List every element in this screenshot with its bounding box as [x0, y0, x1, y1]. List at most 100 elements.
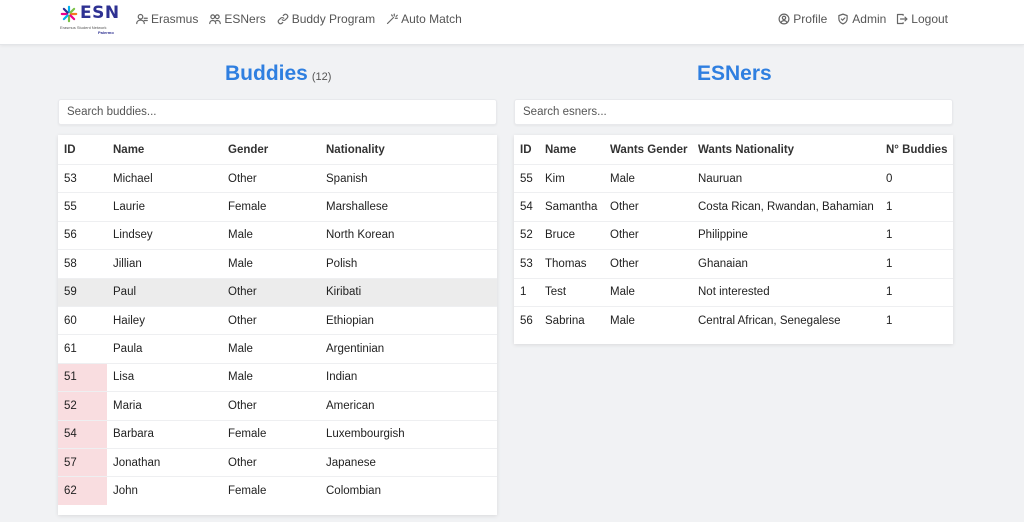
navbar: ESN Erasmus Student Network Palermo Eras… [0, 0, 1024, 45]
buddies-cell-gender: Male [228, 371, 253, 384]
buddies-cell-nationality: Marshallese [326, 201, 388, 214]
esners-cell-name: Samantha [545, 201, 598, 214]
esners-table: ID Name Wants Gender Wants Nationality N° Bu… [514, 135, 953, 334]
buddies-column-header[interactable]: ID [58, 135, 107, 164]
buddies-cell-name: Maria [113, 399, 142, 412]
buddies-cell-id: 58 [64, 257, 77, 270]
table-row[interactable]: 60 Hailey Other Ethiopian [58, 305, 497, 334]
nav-esners[interactable]: ESNers [209, 12, 266, 26]
nav-logout[interactable]: Logout [896, 12, 948, 26]
buddies-cell-id: 56 [64, 229, 77, 242]
table-row[interactable]: 57 Jonathan Other Japanese [58, 447, 497, 477]
esners-cell-wants_gender: Other [610, 257, 639, 270]
buddies-cell-name: Michael [113, 172, 153, 185]
esners-cell-wants_nationality: Ghanaian [698, 257, 748, 270]
buddies-cell-name: Laurie [113, 201, 145, 214]
esners-cell-buddies: 1 [886, 314, 893, 327]
nav-admin-label: Admin [852, 12, 887, 26]
search-buddies-input[interactable] [58, 99, 497, 125]
table-row[interactable]: 54 Barbara Female Luxembourgish [58, 419, 497, 448]
table-row[interactable]: 52 Bruce Other Philippine 1 [514, 220, 953, 249]
table-row[interactable]: 1 Test Male Not interested 1 [514, 277, 953, 306]
buddies-cell-id: 54 [58, 420, 107, 448]
buddies-cell-gender: Other [228, 172, 257, 185]
buddies-cell-name: Paula [113, 343, 143, 356]
esners-cell-buddies: 1 [886, 286, 893, 299]
nav-erasmus[interactable]: Erasmus [136, 12, 198, 26]
logout-icon [897, 13, 908, 25]
buddies-cell-name: Lisa [113, 371, 135, 384]
buddies-cell-gender: Female [228, 201, 267, 214]
table-row[interactable]: 62 John Female Colombian [58, 476, 497, 505]
esners-column-header[interactable]: Wants Nationality [692, 135, 880, 164]
buddies-heading: Buddies (12) [225, 62, 331, 86]
table-row[interactable]: 53 Thomas Other Ghanaian 1 [514, 249, 953, 277]
table-row[interactable]: 61 Paula Male Argentinian [58, 334, 497, 362]
buddies-cell-nationality: Kiribati [326, 286, 362, 299]
buddies-cell-id: 62 [58, 477, 107, 505]
esners-cell-wants_nationality: Nauruan [698, 172, 743, 185]
esners-cell-wants_gender: Male [610, 286, 635, 299]
nav-admin[interactable]: Admin [837, 12, 886, 26]
buddies-header-row: ID Name Gender Nationality [58, 135, 497, 164]
nav-buddy-program-label: Buddy Program [291, 12, 376, 26]
esners-cell-buddies: 1 [886, 201, 893, 214]
esners-column-header[interactable]: N° Buddies [880, 135, 953, 164]
esners-column-header[interactable]: ID [514, 135, 539, 164]
buddies-cell-gender: Other [228, 314, 257, 327]
buddies-cell-gender: Other [228, 286, 257, 299]
table-row[interactable]: 58 Jillian Male Polish [58, 249, 497, 277]
buddies-cell-nationality: Indian [326, 371, 358, 384]
buddies-table: ID Name Gender Nationality 53 Michael Other Spa… [58, 135, 497, 505]
buddies-cell-name: Lindsey [113, 229, 153, 242]
nav-right: Profile Admin Logout [778, 0, 948, 38]
buddies-cell-nationality: Argentinian [326, 343, 385, 356]
buddies-column-header[interactable]: Nationality [320, 135, 497, 164]
esners-cell-wants_nationality: Central African, Senegalese [698, 314, 841, 327]
esners-table-card: ID Name Wants Gender Wants Nationality N° Bu… [514, 135, 953, 344]
esners-cell-name: Thomas [545, 257, 587, 270]
esners-heading: ESNers [697, 62, 772, 86]
esn-logo[interactable]: ESN Erasmus Student Network Palermo [60, 3, 120, 36]
table-row[interactable]: 55 Laurie Female Marshallese [58, 192, 497, 220]
esners-cell-wants_gender: Other [610, 201, 639, 214]
buddies-cell-gender: Female [228, 484, 267, 497]
table-row[interactable]: 59 Paul Other Kiribati [58, 277, 497, 306]
buddies-column-header[interactable]: Name [107, 135, 222, 164]
esners-cell-wants_nationality: Costa Rican, Rwandan, Bahamian [698, 201, 874, 214]
buddies-title: Buddies [225, 62, 308, 85]
buddies-cell-id: 60 [64, 314, 77, 327]
table-row[interactable]: 52 Maria Other American [58, 391, 497, 420]
buddies-column-header[interactable]: Gender [222, 135, 320, 164]
user-icon [136, 13, 148, 25]
esners-header-row: ID Name Wants Gender Wants Nationality N° Bu… [514, 135, 953, 164]
esners-cell-wants_gender: Male [610, 172, 635, 185]
buddies-cell-gender: Male [228, 343, 253, 356]
nav-buddy-program[interactable]: Buddy Program [277, 12, 375, 26]
buddies-cell-gender: Male [228, 229, 253, 242]
brand-name: ESN [80, 3, 120, 23]
nav-auto-match[interactable]: Auto Match [386, 12, 462, 26]
esners-cell-name: Kim [545, 172, 565, 185]
buddies-cell-gender: Female [228, 428, 267, 441]
table-row[interactable]: 56 Lindsey Male North Korean [58, 220, 497, 249]
table-row[interactable]: 53 Michael Other Spanish [58, 164, 497, 192]
nav-profile-label: Profile [793, 12, 828, 26]
table-row[interactable]: 54 Samantha Other Costa Rican, Rwandan, Bah… [514, 192, 953, 220]
buddies-cell-nationality: Colombian [326, 484, 381, 497]
table-row[interactable]: 56 Sabrina Male Central African, Senegalese… [514, 305, 953, 334]
table-row[interactable]: 55 Kim Male Nauruan 0 [514, 164, 953, 192]
table-row[interactable]: 51 Lisa Male Indian [58, 362, 497, 392]
buddies-count: (12) [311, 71, 332, 83]
buddies-cell-gender: Other [228, 456, 257, 469]
esners-cell-name: Test [545, 286, 567, 299]
buddies-cell-name: Hailey [113, 314, 145, 327]
esners-column-header[interactable]: Name [539, 135, 604, 164]
buddies-cell-nationality: American [326, 399, 375, 412]
buddies-cell-id: 57 [58, 448, 107, 477]
search-esners-input[interactable] [514, 99, 953, 125]
nav-profile[interactable]: Profile [778, 12, 827, 26]
esners-cell-wants_gender: Other [610, 229, 639, 242]
buddies-cell-id: 55 [64, 201, 77, 214]
esners-column-header[interactable]: Wants Gender [604, 135, 692, 164]
